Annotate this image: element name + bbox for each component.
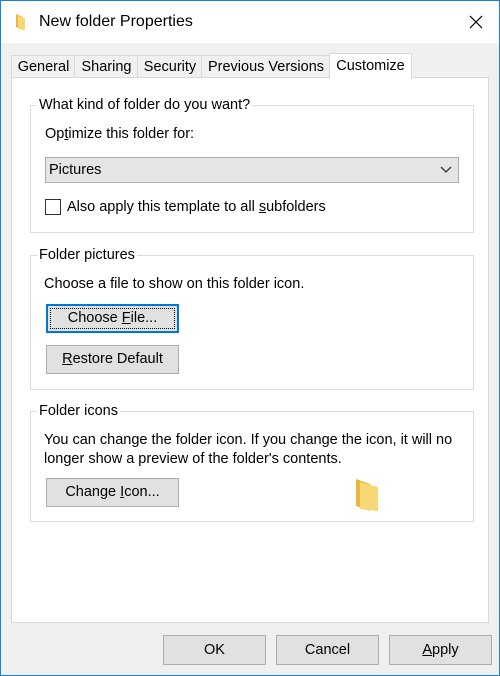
apply-subfolders-label[interactable]: Also apply this template to all subfolde… [67,198,326,216]
tab-sharing[interactable]: Sharing [74,55,139,78]
folder-icon [16,14,25,30]
folder-icons-group: Folder icons You can change the folder i… [30,402,474,522]
folder-icons-group-title: Folder icons [37,402,120,420]
tab-security[interactable]: Security [137,55,203,78]
close-button[interactable] [453,1,499,43]
restore-default-button[interactable]: Restore Default [46,345,179,374]
tab-customize[interactable]: Customize [329,53,412,79]
optimize-label: Optimize this folder for: [45,126,195,142]
ok-button[interactable]: OK [163,635,266,665]
folder-type-group: What kind of folder do you want? Optimiz… [30,96,474,233]
choose-file-button[interactable]: Choose File... [46,304,179,333]
folder-pictures-group: Folder pictures Choose a file to show on… [30,246,474,390]
apply-button[interactable]: Apply [389,635,492,665]
title-bar[interactable]: New folder Properties [1,1,499,43]
close-icon [469,15,483,29]
tab-previous-versions[interactable]: Previous Versions [201,55,331,78]
optimize-select-value: Pictures [49,162,102,178]
change-icon-button[interactable]: Change Icon... [46,478,179,507]
tab-general[interactable]: General [11,55,76,78]
optimize-select[interactable]: Pictures [45,157,459,183]
customize-panel: What kind of folder do you want? Optimiz… [11,77,489,623]
chevron-down-icon [440,166,452,173]
properties-window: New folder Properties General Sharing Se… [0,0,500,676]
cancel-button[interactable]: Cancel [276,635,379,665]
folder-type-group-title: What kind of folder do you want? [37,96,253,114]
window-title: New folder Properties [39,13,193,30]
apply-subfolders-checkbox[interactable] [45,199,61,215]
folder-pictures-group-title: Folder pictures [37,246,137,264]
folder-pictures-description: Choose a file to show on this folder ico… [44,276,305,292]
folder-preview-icon [356,479,378,511]
folder-icons-description-line2: longer show a preview of the folder's co… [44,451,342,467]
folder-icons-description-line1: You can change the folder icon. If you c… [44,432,453,448]
